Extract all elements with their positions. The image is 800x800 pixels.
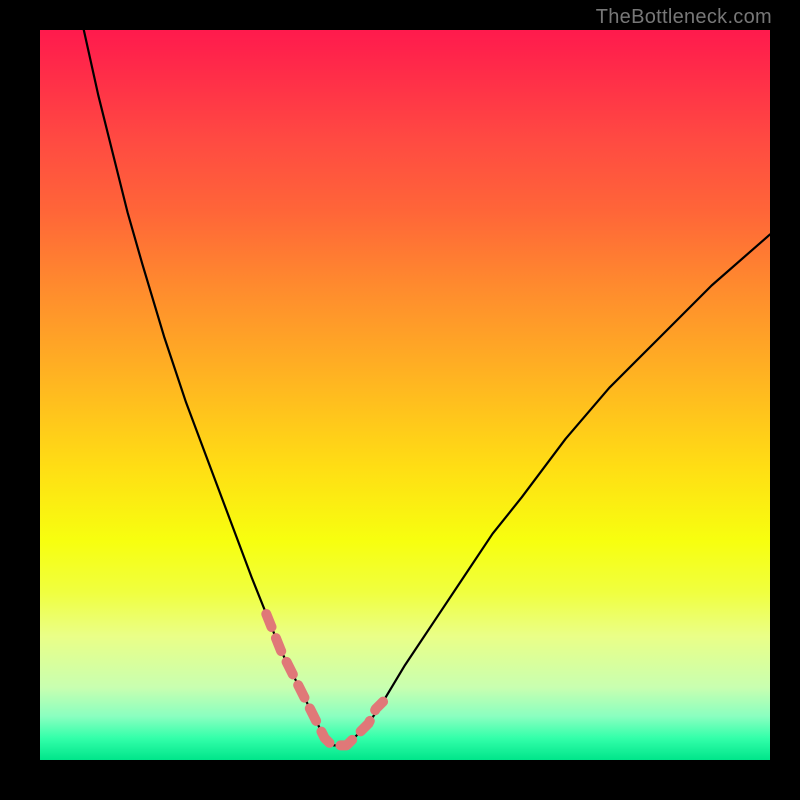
plot-area <box>40 30 770 760</box>
optimal-highlight <box>266 614 383 745</box>
curve-layer <box>40 30 770 760</box>
chart-frame: TheBottleneck.com <box>0 0 800 800</box>
watermark-text: TheBottleneck.com <box>596 6 772 29</box>
bottleneck-curve <box>84 30 770 745</box>
